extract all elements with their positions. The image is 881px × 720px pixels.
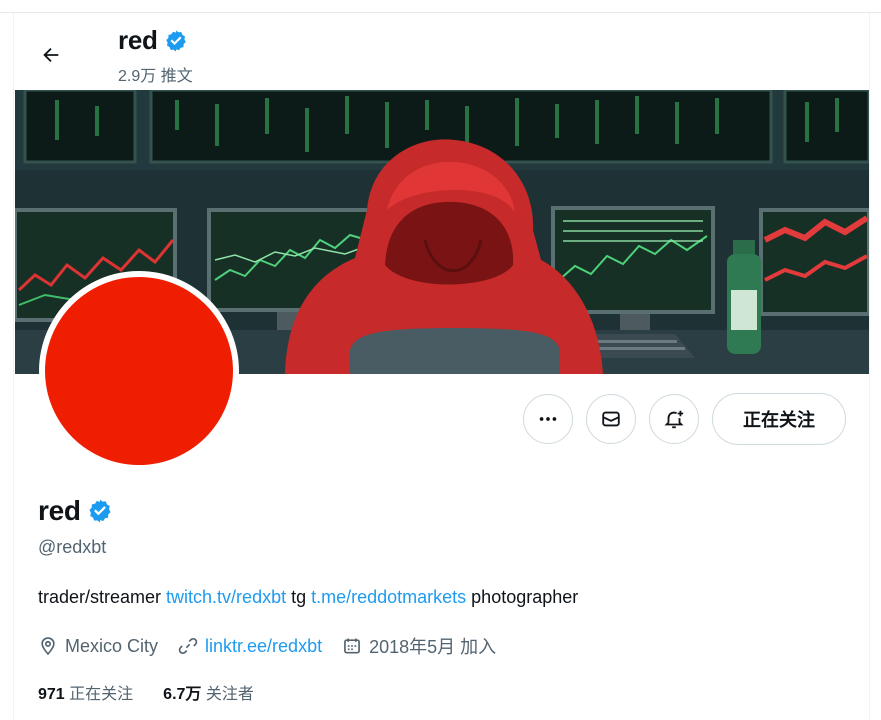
followers-label: 关注者 bbox=[205, 686, 254, 703]
message-icon bbox=[602, 411, 620, 427]
followers-count: 6.7万 bbox=[163, 686, 202, 703]
followers-count-link[interactable]: 6.7万 关注者 bbox=[163, 680, 254, 704]
bio-link-twitch[interactable]: twitch.tv/redxbt bbox=[166, 587, 286, 607]
profile-bio: trader/streamer twitch.tv/redxbt tg t.me… bbox=[38, 587, 578, 608]
header-name-text: red bbox=[118, 25, 158, 55]
joined-item: 2018年5月 加入 bbox=[342, 633, 496, 659]
following-button[interactable]: 正在关注 bbox=[712, 393, 846, 445]
verified-badge-icon bbox=[89, 499, 111, 523]
calendar-icon bbox=[344, 638, 360, 654]
link-icon bbox=[178, 637, 198, 655]
bio-text-1: trader/streamer bbox=[38, 587, 167, 607]
notify-icon bbox=[664, 410, 684, 429]
back-arrow-icon bbox=[43, 47, 59, 63]
profile-stats: 971 正在关注 6.7万 关注者 bbox=[38, 680, 254, 704]
verified-badge-icon bbox=[165, 30, 186, 51]
website-item: linktr.ee/redxbt bbox=[178, 636, 322, 657]
avatar[interactable] bbox=[45, 277, 233, 465]
location-text: Mexico City bbox=[65, 635, 159, 656]
header-name: red bbox=[118, 25, 188, 56]
profile-name-text: red bbox=[38, 495, 81, 526]
more-button[interactable] bbox=[523, 394, 573, 444]
location-item: Mexico City bbox=[38, 636, 158, 657]
bio-link-telegram[interactable]: t.me/reddotmarkets bbox=[311, 587, 466, 607]
following-count: 971 bbox=[38, 686, 65, 703]
profile-column: red 2.9万 推文 正在关注 red @redxbt trader/stre… bbox=[13, 13, 870, 720]
message-button[interactable] bbox=[586, 394, 636, 444]
joined-text: 2018年5月 加入 bbox=[369, 637, 497, 657]
profile-header: red 2.9万 推文 bbox=[14, 13, 869, 90]
more-icon bbox=[539, 417, 557, 421]
following-count-link[interactable]: 971 正在关注 bbox=[38, 680, 133, 704]
profile-meta: Mexico City linktr.ee/redxbt 2018年5月 加入 bbox=[38, 633, 516, 659]
website-link[interactable]: linktr.ee/redxbt bbox=[205, 636, 322, 657]
following-label: 正在关注 bbox=[69, 686, 134, 703]
notify-button[interactable] bbox=[649, 394, 699, 444]
profile-name: red bbox=[38, 495, 113, 527]
profile-handle: @redxbt bbox=[38, 537, 107, 557]
browser-top-strip bbox=[0, 0, 881, 13]
tweet-count: 2.9万 推文 bbox=[118, 68, 193, 85]
location-icon bbox=[41, 637, 55, 656]
bio-text-3: photographer bbox=[466, 587, 579, 607]
back-button[interactable] bbox=[33, 37, 69, 73]
bio-text-2: tg bbox=[286, 587, 312, 607]
